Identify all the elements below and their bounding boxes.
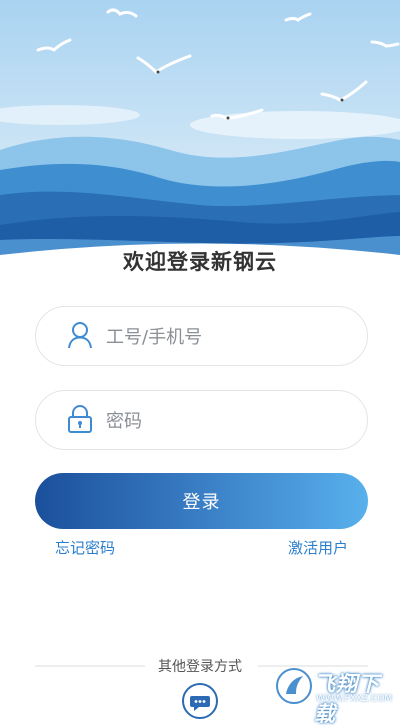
- activate-user-link[interactable]: 激活用户: [288, 537, 348, 558]
- welcome-title: 欢迎登录新钢云: [123, 250, 277, 274]
- forgot-password-link[interactable]: 忘记密码: [55, 537, 115, 558]
- account-input[interactable]: [104, 307, 358, 367]
- watermark-logo-icon: [276, 668, 312, 704]
- watermark: 飞翔下载 WWW.FXXZ.COM: [272, 664, 394, 726]
- account-field[interactable]: [35, 306, 368, 367]
- watermark-domain: WWW.FXXZ.COM: [316, 694, 393, 704]
- chat-icon: [190, 696, 210, 711]
- lock-icon: [67, 405, 93, 433]
- login-button[interactable]: 登录: [35, 473, 368, 529]
- header-illustration: [0, 0, 400, 262]
- sea-and-seagulls-illustration: [0, 0, 400, 262]
- password-field[interactable]: [35, 390, 368, 451]
- password-input[interactable]: [104, 391, 358, 451]
- other-login-chat-button[interactable]: [182, 683, 218, 719]
- user-icon: [67, 321, 93, 349]
